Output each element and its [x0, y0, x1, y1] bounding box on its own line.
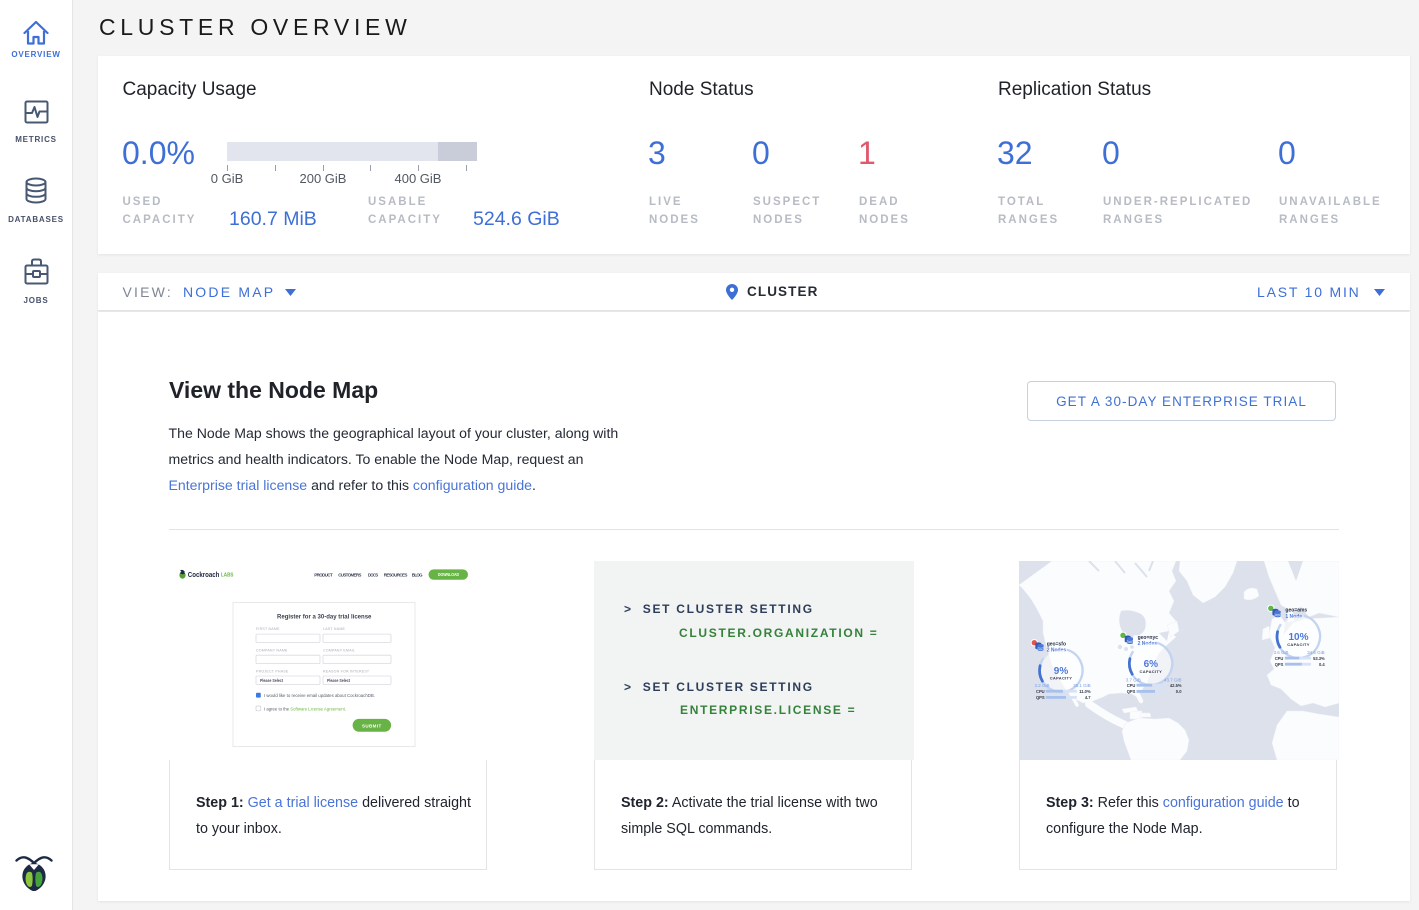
svg-text:CAPACITY: CAPACITY [1140, 669, 1163, 674]
svg-text:0.4: 0.4 [1319, 662, 1325, 667]
svg-text:3.2 GiB: 3.2 GiB [1035, 683, 1050, 688]
svg-text:RESOURCES: RESOURCES [384, 573, 408, 578]
svg-text:CPU: CPU [1275, 656, 1284, 661]
svg-text:LAST NAME: LAST NAME [323, 627, 346, 631]
svg-text:PROJECT PHASE: PROJECT PHASE [256, 669, 289, 673]
svg-text:I agree to the Software Licens: I agree to the Software License Agreemen… [264, 706, 346, 711]
svg-text:Register for a 30-day trial li: Register for a 30-day trial license [277, 614, 372, 621]
svg-text:3.6 GiB: 3.6 GiB [1274, 650, 1289, 655]
svg-text:PRODUCT: PRODUCT [314, 573, 333, 578]
svg-text:35.1 GiB: 35.1 GiB [1073, 683, 1091, 688]
svg-text:42.5%: 42.5% [1170, 683, 1182, 688]
svg-text:CAPACITY: CAPACITY [1050, 676, 1073, 681]
svg-text:geo=ams: geo=ams [1285, 608, 1307, 614]
svg-text:LABS: LABS [221, 573, 234, 579]
svg-text:I would like to receive email: I would like to receive email updates ab… [264, 693, 375, 698]
svg-text:REASON FOR INTEREST: REASON FOR INTEREST [323, 669, 370, 673]
svg-text:53.3%: 53.3% [1313, 656, 1325, 661]
svg-text:SUBMIT: SUBMIT [362, 723, 382, 728]
svg-text:Please Select: Please Select [327, 678, 351, 683]
svg-text:0.0: 0.0 [1176, 689, 1182, 694]
svg-text:43.7 GiB: 43.7 GiB [1164, 677, 1182, 682]
svg-text:CPU: CPU [1036, 689, 1045, 694]
svg-text:CUSTOMERS: CUSTOMERS [338, 573, 361, 578]
svg-text:FIRST NAME: FIRST NAME [256, 627, 280, 631]
svg-text:CPU: CPU [1127, 683, 1136, 688]
svg-text:QPS: QPS [1036, 695, 1045, 700]
svg-text:QPS: QPS [1275, 662, 1284, 667]
svg-text:Please Select: Please Select [260, 678, 284, 683]
svg-text:DOCS: DOCS [368, 573, 378, 578]
svg-text:BLOG: BLOG [412, 573, 423, 578]
svg-text:4.7: 4.7 [1085, 695, 1091, 700]
svg-text:Cockroach: Cockroach [188, 570, 220, 579]
svg-text:34.6 GiB: 34.6 GiB [1307, 650, 1325, 655]
svg-text:CAPACITY: CAPACITY [1287, 642, 1310, 647]
svg-text:COMPANY EMAIL: COMPANY EMAIL [323, 648, 355, 652]
svg-text:DOWNLOAD: DOWNLOAD [438, 572, 459, 577]
svg-text:3.7 GiB: 3.7 GiB [1126, 677, 1141, 682]
svg-text:QPS: QPS [1127, 689, 1136, 694]
svg-text:geo=nyc: geo=nyc [1138, 635, 1159, 641]
svg-text:geo=sfo: geo=sfo [1047, 641, 1066, 647]
svg-text:COMPANY NAME: COMPANY NAME [256, 648, 288, 652]
svg-text:11.0%: 11.0% [1079, 689, 1091, 694]
